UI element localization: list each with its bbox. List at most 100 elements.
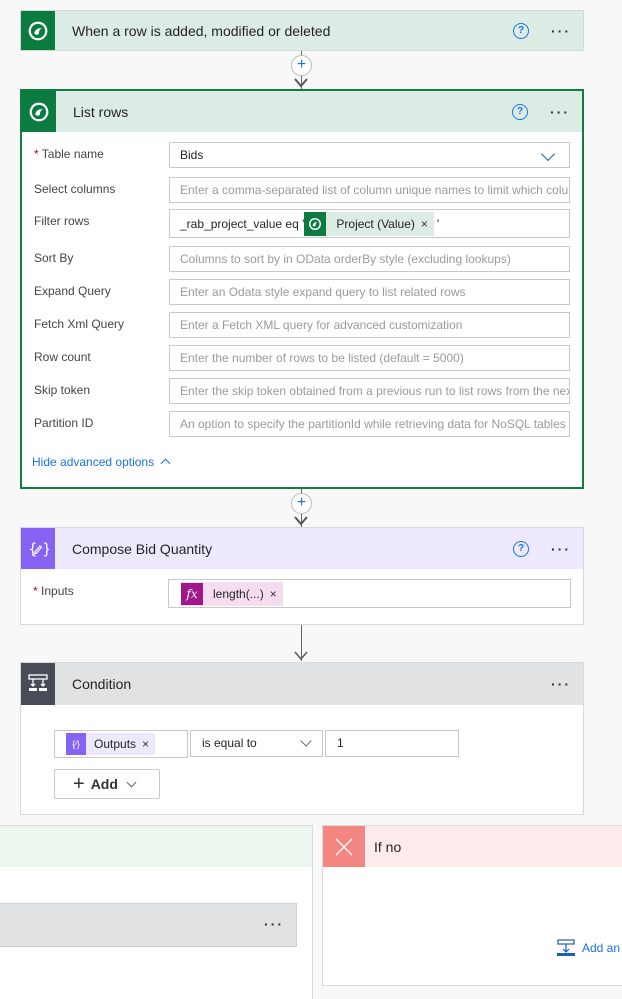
remove-token-icon[interactable]: ×: [142, 734, 155, 755]
field-skip-token: Skip token Enter the skip token obtained…: [34, 378, 570, 405]
add-action-label: Add an action: [582, 941, 622, 955]
compose-icon: {}: [21, 528, 55, 569]
add-condition-button[interactable]: + Add: [54, 769, 160, 799]
chevron-up-icon: [160, 458, 171, 469]
dynamic-content-token[interactable]: Project (Value) ×: [304, 212, 434, 236]
field-label: Fetch Xml Query: [34, 317, 125, 331]
field-label: Sort By: [34, 251, 74, 265]
filter-prefix-text: _rab_project_value eq ': [180, 217, 305, 231]
remove-token-icon[interactable]: ×: [421, 212, 434, 236]
svg-text:{: {: [28, 540, 38, 558]
expand-query-input[interactable]: Enter an Odata style expand query to lis…: [169, 279, 570, 305]
table-name-dropdown[interactable]: Bids: [169, 142, 570, 168]
field-label: * Inputs: [33, 584, 74, 598]
more-options-icon[interactable]: ···: [550, 104, 570, 120]
more-options-icon[interactable]: ···: [551, 541, 571, 557]
chevron-down-icon: [540, 146, 556, 162]
trigger-card[interactable]: When a row is added, modified or deleted…: [20, 10, 584, 51]
if-yes-branch: ···: [0, 825, 313, 999]
field-inputs: * Inputs fx length(...) ×: [33, 579, 571, 608]
condition-header[interactable]: Condition ···: [21, 663, 583, 705]
function-icon: fx: [181, 583, 203, 605]
arrow-down-icon: [294, 78, 308, 88]
right-operand-value: 1: [337, 736, 344, 750]
outputs-token[interactable]: {∕} Outputs ×: [66, 733, 156, 755]
insert-step-button[interactable]: +: [291, 493, 312, 514]
condition-operator-dropdown[interactable]: is equal to: [190, 730, 323, 757]
if-yes-header: [0, 826, 312, 867]
remove-token-icon[interactable]: ×: [270, 582, 283, 606]
fetch-xml-input[interactable]: Enter a Fetch XML query for advanced cus…: [169, 312, 570, 338]
field-partition-id: Partition ID An option to specify the pa…: [34, 411, 570, 438]
field-label: Partition ID: [34, 416, 94, 430]
field-sort-by: Sort By Columns to sort by in OData orde…: [34, 246, 570, 273]
field-expand-query: Expand Query Enter an Odata style expand…: [34, 279, 570, 306]
dataverse-icon: [21, 11, 55, 50]
list-rows-title: List rows: [73, 103, 129, 120]
row-count-input[interactable]: Enter the number of rows to be listed (d…: [169, 345, 570, 371]
field-filter-rows: Filter rows _rab_project_value eq ' Proje…: [34, 209, 570, 238]
trigger-title: When a row is added, modified or deleted: [72, 22, 331, 39]
field-row-count: Row count Enter the number of rows to be…: [34, 345, 570, 372]
chevron-down-icon: [300, 735, 312, 747]
skip-token-input[interactable]: Enter the skip token obtained from a pre…: [169, 378, 570, 404]
condition-left-operand[interactable]: {∕} Outputs ×: [54, 730, 188, 758]
condition-card[interactable]: Condition ··· {∕} Outputs × is equal to 1 …: [20, 662, 584, 815]
field-label: Skip token: [34, 383, 91, 397]
if-no-title: If no: [374, 838, 402, 855]
field-label: Row count: [34, 350, 91, 364]
hide-advanced-options-link[interactable]: Hide advanced options: [32, 455, 171, 469]
add-label: Add: [90, 776, 118, 792]
field-label: Filter rows: [34, 214, 90, 228]
field-label: Select columns: [34, 182, 116, 196]
compose-card[interactable]: {} Compose Bid Quantity ? ··· * Inputs f…: [20, 527, 584, 625]
yes-action-card[interactable]: ···: [0, 903, 297, 947]
plus-icon: +: [73, 772, 85, 795]
field-select-columns: Select columns Enter a comma-separated l…: [34, 177, 570, 204]
add-action-icon: [557, 939, 575, 956]
if-no-header: If no: [323, 826, 622, 867]
field-label: Expand Query: [34, 284, 111, 298]
more-options-icon[interactable]: ···: [551, 676, 571, 692]
help-icon[interactable]: ?: [512, 103, 528, 120]
svg-text:}: }: [42, 540, 49, 558]
compose-icon: {∕}: [66, 733, 86, 755]
field-label: * Table name: [34, 147, 104, 161]
insert-step-button[interactable]: +: [291, 55, 312, 76]
arrow-down-icon: [294, 516, 308, 526]
partition-id-input[interactable]: An option to specify the partitionId whi…: [169, 411, 570, 437]
field-fetch-xml: Fetch Xml Query Enter a Fetch XML query …: [34, 312, 570, 339]
list-rows-card[interactable]: List rows ? ··· * Table name Bids Select…: [20, 89, 584, 489]
trigger-header[interactable]: When a row is added, modified or deleted…: [21, 11, 583, 50]
inputs-field[interactable]: fx length(...) ×: [168, 579, 571, 608]
if-no-branch: If no Add an action: [322, 825, 622, 986]
close-x-icon: [323, 826, 365, 867]
dataverse-icon: [304, 212, 327, 236]
help-icon[interactable]: ?: [513, 540, 529, 557]
expression-token[interactable]: fx length(...) ×: [181, 582, 283, 606]
list-rows-header[interactable]: List rows ? ···: [22, 91, 582, 132]
help-icon[interactable]: ?: [513, 22, 529, 39]
field-table-name: * Table name Bids: [34, 142, 570, 169]
filter-suffix-text: ': [436, 217, 440, 231]
filter-rows-input[interactable]: _rab_project_value eq ' Project (Value) × ': [169, 209, 570, 238]
dataverse-icon: [22, 91, 56, 132]
table-name-value: Bids: [180, 148, 204, 162]
hide-advanced-label: Hide advanced options: [32, 455, 155, 469]
chevron-down-icon: [126, 777, 137, 787]
add-action-link[interactable]: Add an action: [556, 939, 622, 957]
compose-title: Compose Bid Quantity: [72, 540, 213, 557]
condition-right-operand[interactable]: 1: [325, 730, 459, 757]
condition-title: Condition: [72, 676, 132, 692]
select-columns-input[interactable]: Enter a comma-separated list of column u…: [169, 177, 570, 203]
arrow-down-icon: [294, 651, 308, 661]
token-label: Project (Value): [336, 217, 415, 231]
more-options-icon[interactable]: ···: [264, 916, 284, 932]
compose-header[interactable]: {} Compose Bid Quantity ? ···: [21, 528, 583, 569]
sort-by-input[interactable]: Columns to sort by in OData orderBy styl…: [169, 246, 570, 272]
token-label: Outputs: [94, 736, 137, 751]
condition-icon: [21, 663, 55, 705]
token-label: length(...): [213, 587, 264, 601]
more-options-icon[interactable]: ···: [551, 23, 571, 39]
operator-value: is equal to: [202, 736, 257, 750]
